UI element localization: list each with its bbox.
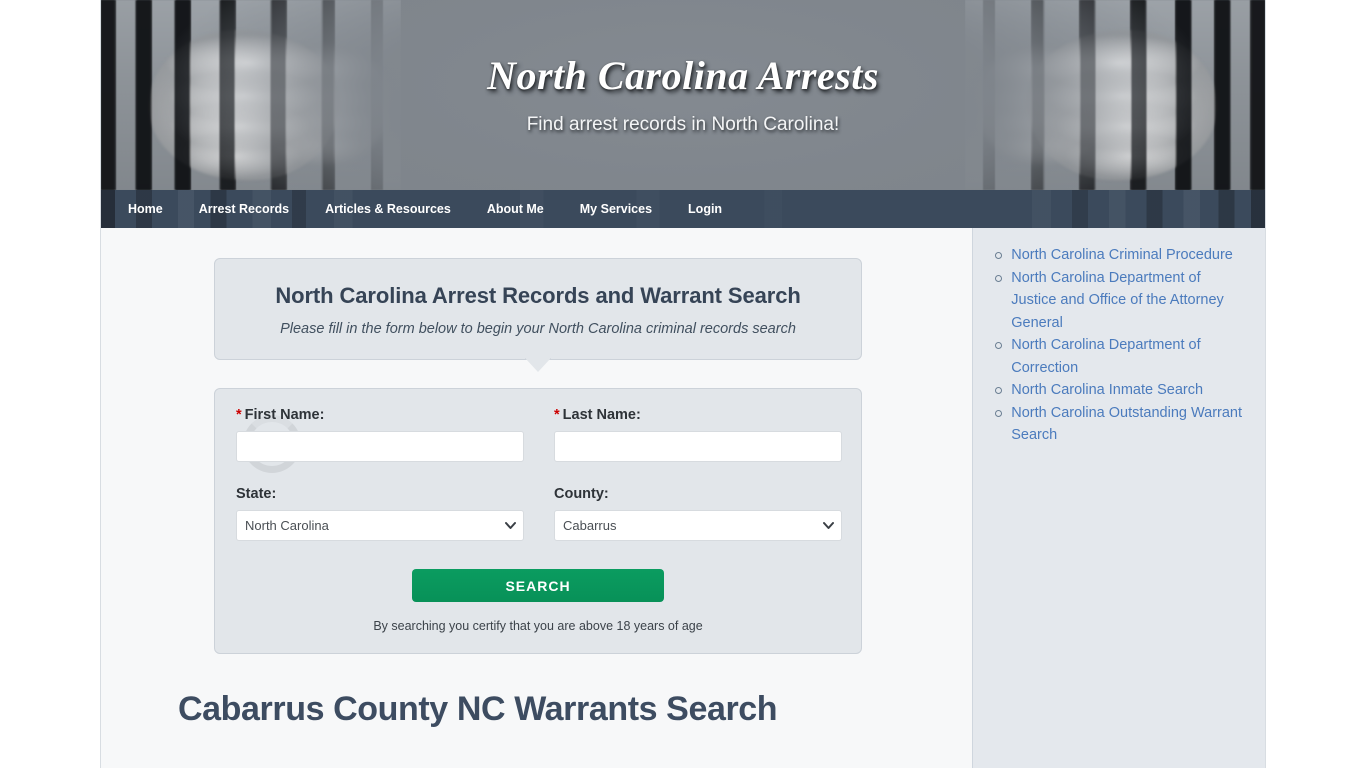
last-name-label: * Last Name: [554, 406, 842, 424]
main-navigation: Home Arrest Records Articles & Resources… [101, 190, 1265, 228]
field-row-spacer-right [554, 462, 842, 485]
sidebar-link-label: North Carolina Outstanding Warrant Searc… [1011, 404, 1243, 444]
sidebar-item-doj-attorney-general[interactable]: North Carolina Department of Justice and… [995, 267, 1249, 335]
county-label: County: [554, 486, 609, 502]
content-column: North Carolina Arrest Records and Warran… [101, 228, 973, 768]
site-banner: North Carolina Arrests Find arrest recor… [101, 0, 1265, 190]
county-field-group: County: Cabarrus [554, 485, 842, 541]
bubble-tail [525, 358, 551, 372]
state-select-wrap: North Carolina [236, 510, 524, 541]
first-name-field-group: * First Name: [236, 406, 524, 462]
sidebar-item-inmate-search[interactable]: North Carolina Inmate Search [995, 379, 1249, 402]
last-name-label-text: Last Name: [562, 407, 641, 423]
state-label: State: [236, 486, 277, 502]
field-row-spacer-left [236, 462, 524, 485]
intro-title: North Carolina Arrest Records and Warran… [275, 283, 801, 308]
main-row: North Carolina Arrest Records and Warran… [101, 228, 1265, 768]
nav-item-articles-resources[interactable]: Articles & Resources [307, 190, 469, 228]
nav-item-about-me[interactable]: About Me [469, 190, 562, 228]
last-name-field-group: * Last Name: [554, 406, 842, 462]
search-button[interactable]: SEARCH [412, 569, 664, 602]
first-name-label-text: First Name: [244, 407, 325, 423]
last-name-input[interactable] [554, 431, 842, 462]
required-asterisk-last-name: * [554, 407, 560, 423]
intro-subtitle: Please fill in the form below to begin y… [280, 321, 796, 337]
first-name-input[interactable] [236, 431, 524, 462]
sidebar-item-outstanding-warrant-search[interactable]: North Carolina Outstanding Warrant Searc… [995, 402, 1249, 447]
sidebar: North Carolina Criminal Procedure North … [972, 228, 1265, 768]
site-tagline: Find arrest records in North Carolina! [526, 114, 840, 135]
nav-item-list: Home Arrest Records Articles & Resources… [101, 190, 1265, 228]
sidebar-link-list: North Carolina Criminal Procedure North … [973, 244, 1265, 447]
site-title: North Carolina Arrests [487, 53, 879, 98]
nav-item-home[interactable]: Home [110, 190, 181, 228]
site-wrapper: North Carolina Arrests Find arrest recor… [100, 0, 1266, 768]
sidebar-link-label: North Carolina Criminal Procedure [1011, 247, 1233, 263]
sidebar-link-label: North Carolina Inmate Search [1011, 382, 1204, 398]
page-title: Cabarrus County NC Warrants Search [178, 690, 778, 728]
first-name-label: * First Name: [236, 406, 524, 424]
banner-text-block: North Carolina Arrests Find arrest recor… [101, 0, 1265, 136]
age-disclaimer: By searching you certify that you are ab… [373, 619, 703, 633]
page-root: North Carolina Arrests Find arrest recor… [0, 0, 1366, 768]
form-field-grid: * First Name: * Last Name: State: North … [236, 406, 842, 541]
sidebar-item-department-of-correction[interactable]: North Carolina Department of Correction [995, 334, 1249, 379]
county-select-wrap: Cabarrus [554, 510, 842, 541]
search-button-wrap: SEARCH [236, 569, 840, 602]
state-select[interactable]: North Carolina [236, 510, 524, 541]
nav-item-my-services[interactable]: My Services [562, 190, 670, 228]
intro-panel: North Carolina Arrest Records and Warran… [214, 258, 862, 372]
state-field-group: State: North Carolina [236, 485, 524, 541]
sidebar-item-criminal-procedure[interactable]: North Carolina Criminal Procedure [995, 244, 1249, 267]
nav-item-login[interactable]: Login [670, 190, 740, 228]
search-form-panel: * First Name: * Last Name: State: North … [214, 388, 862, 654]
nav-item-arrest-records[interactable]: Arrest Records [181, 190, 307, 228]
sidebar-link-label: North Carolina Department of Correction [1011, 337, 1201, 376]
required-asterisk-first-name: * [236, 407, 242, 423]
county-select[interactable]: Cabarrus [554, 510, 842, 541]
sidebar-link-label: North Carolina Department of Justice and… [1011, 269, 1224, 331]
